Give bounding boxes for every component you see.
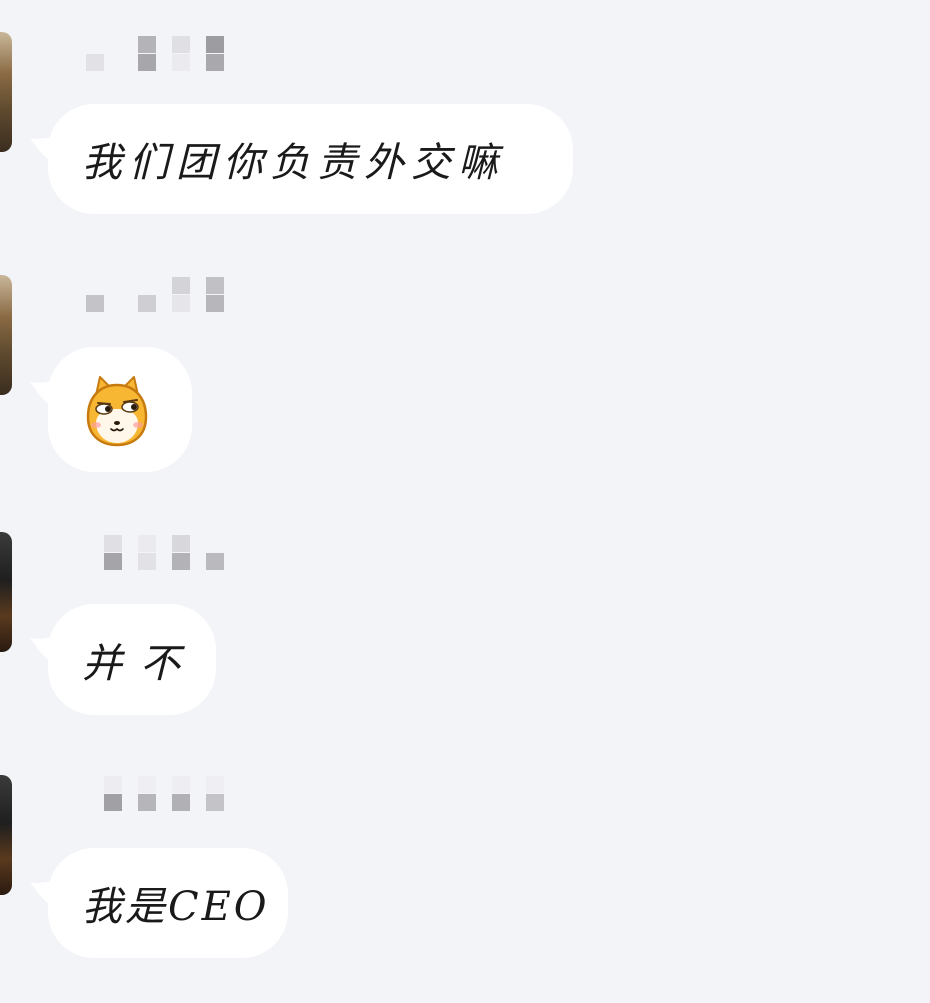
message-bubble[interactable]: 我们团你负责外交嘛 [48,104,573,214]
message-bubble[interactable]: 并不 [48,604,216,715]
message-text: 我是CEO [82,884,270,930]
message-text: 并不 [82,640,198,687]
sender-name-redacted [86,277,236,317]
sender-avatar[interactable] [0,775,12,895]
sender-avatar[interactable] [0,275,12,395]
sender-name-redacted [86,36,236,76]
sender-avatar[interactable] [0,532,12,652]
sender-name-redacted [86,776,236,816]
message-text: 我们团你负责外交嘛 [82,140,505,186]
shiba-dog-side-eye-icon [86,376,148,447]
sender-avatar[interactable] [0,32,12,152]
message-bubble[interactable]: 我是CEO [48,848,288,958]
sender-name-redacted [86,535,236,575]
message-bubble[interactable] [48,347,192,472]
